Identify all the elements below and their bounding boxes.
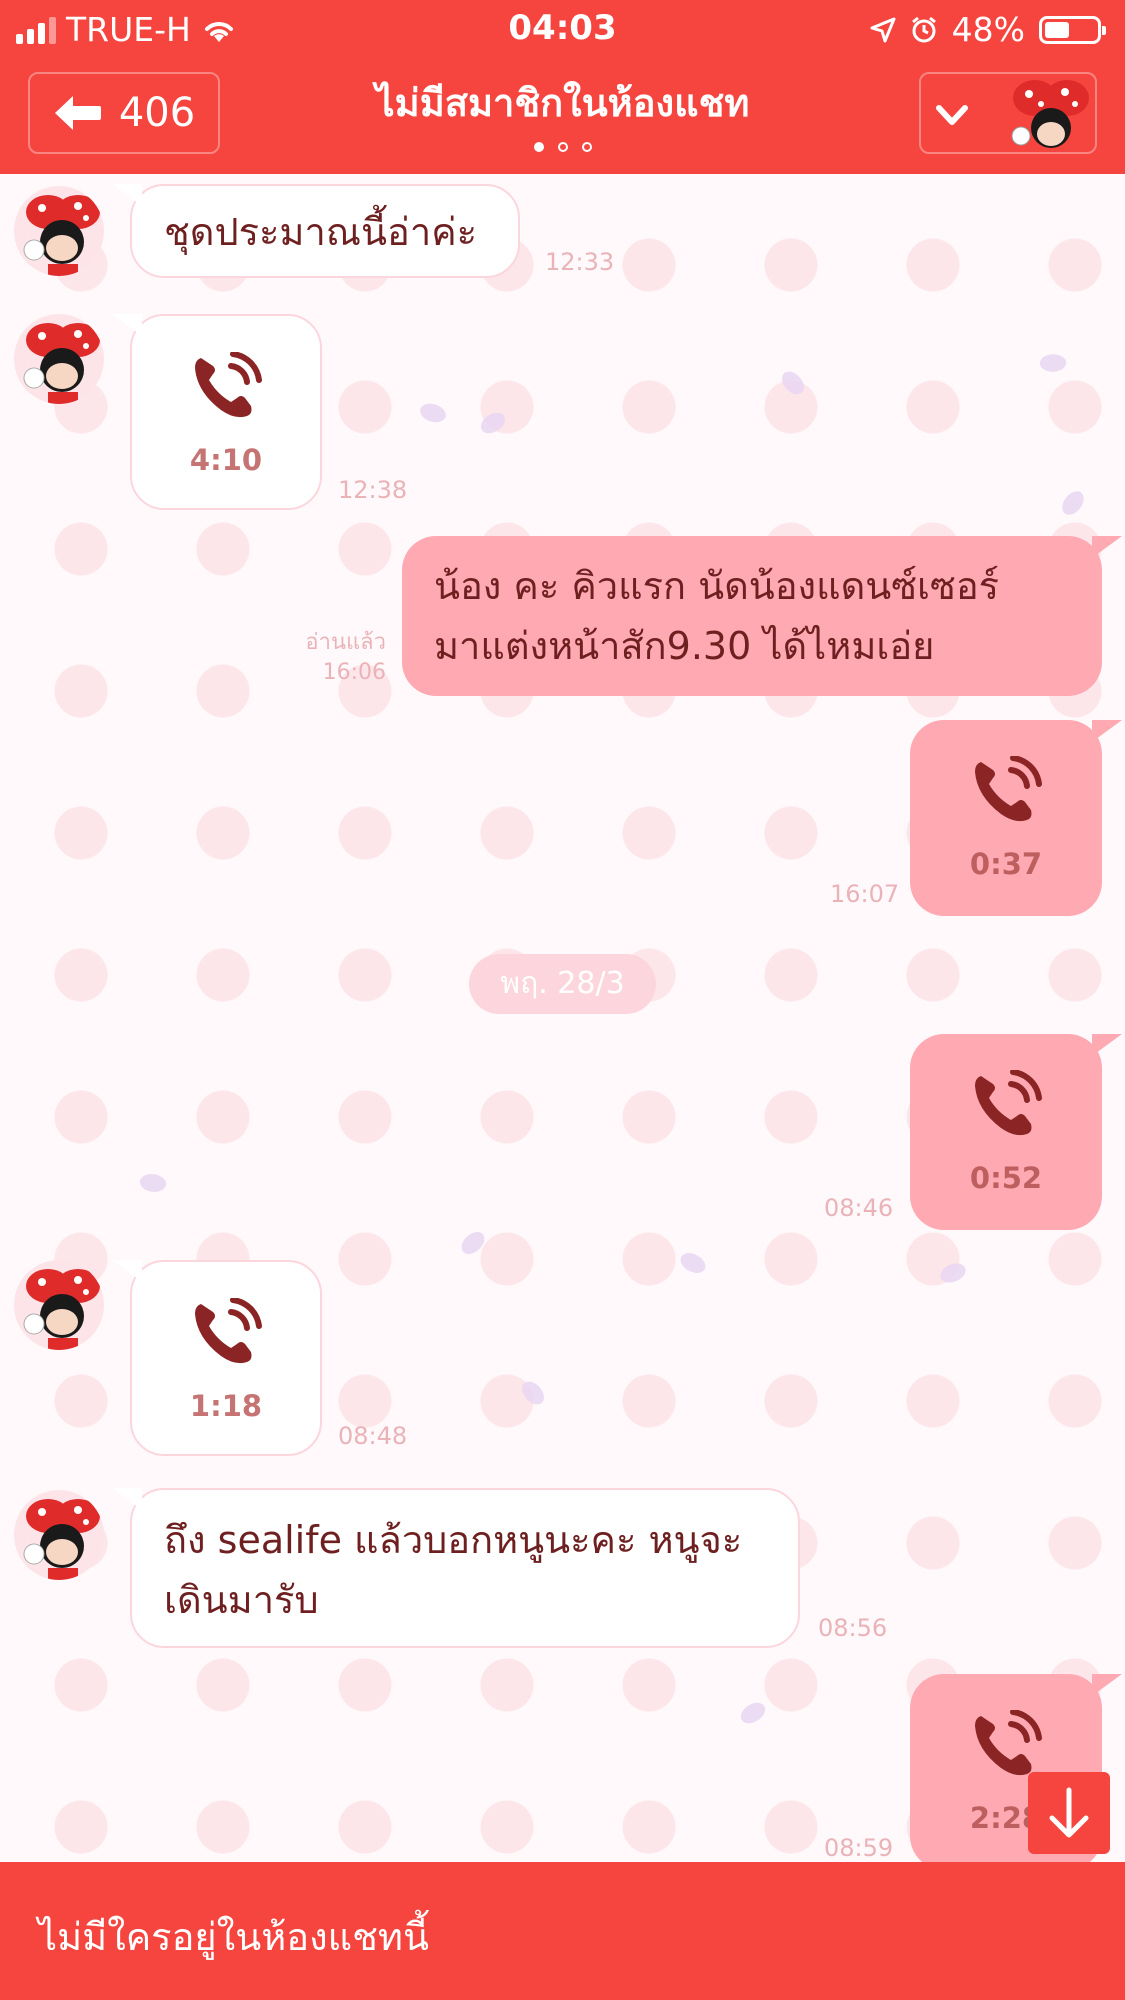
unread-count: 406: [118, 90, 196, 136]
battery-icon: [1039, 15, 1106, 44]
status-bar: TRUE-H 04:03 48%: [0, 0, 1125, 58]
petal-decoration: [737, 1700, 769, 1726]
sticker-profile-icon: [1011, 80, 1089, 148]
petal-decoration: [137, 1170, 169, 1196]
back-arrow-icon: [54, 96, 101, 130]
avatar[interactable]: [14, 186, 104, 276]
phone-call-icon: [195, 352, 262, 418]
page-dot: [533, 142, 544, 152]
alarm-icon: [911, 16, 936, 42]
message-bubble-outgoing[interactable]: น้อง คะ คิวแรก นัดน้องแดนซ์เซอร์ มาแต่งห…: [402, 536, 1122, 696]
call-duration: 1:18: [189, 1389, 263, 1423]
phone-call-icon: [975, 1070, 1042, 1136]
chat-header: 406 ไม่มีสมาชิกในห้องแชท: [0, 58, 1125, 174]
petal-decoration: [677, 1247, 709, 1279]
page-dot: [557, 142, 568, 152]
petal-decoration: [778, 367, 808, 399]
location-icon: [870, 17, 896, 42]
message-line: ถึง sealife แล้วบอกหนูนะคะ หนูจะ: [164, 1518, 743, 1562]
chat-area[interactable]: ชุดประมาณนี้อ่าค่ะ 12:33 4:10 12:38 อ่าน…: [0, 174, 1125, 1862]
message-line: มาแต่งหน้าสัก9.30 ได้ไหมเอ่ย: [434, 624, 935, 668]
status-right: 48%: [870, 10, 1106, 49]
message-time: 16:07: [830, 880, 900, 908]
read-label: อ่านแล้ว: [305, 630, 386, 655]
scroll-to-bottom-button[interactable]: [1028, 1772, 1110, 1854]
petal-decoration: [518, 1377, 548, 1409]
message-text: ถึง sealife แล้วบอกหนูนะคะ หนูจะ เดินมาร…: [132, 1510, 798, 1630]
petal-decoration: [1038, 351, 1068, 375]
message-line: น้อง คะ คิวแรก นัดน้องแดนซ์เซอร์: [434, 564, 1000, 608]
phone-call-icon: [975, 1710, 1042, 1776]
message-time: 08:48: [338, 1422, 408, 1450]
petal-decoration: [1057, 487, 1089, 519]
battery-percent: 48%: [951, 10, 1025, 49]
message-time: 16:06: [322, 660, 386, 685]
call-duration: 0:52: [969, 1161, 1043, 1195]
avatar[interactable]: [14, 1490, 104, 1580]
call-bubble-outgoing[interactable]: 0:52: [910, 1034, 1122, 1230]
avatar[interactable]: [14, 1260, 104, 1350]
phone-call-icon: [975, 756, 1042, 822]
page-dot: [581, 142, 592, 152]
petal-decoration: [457, 1228, 489, 1258]
avatar-icon: [23, 1499, 100, 1580]
petal-decoration: [477, 410, 509, 436]
read-receipt: อ่านแล้ว 16:06: [292, 628, 386, 688]
call-duration: 0:37: [969, 847, 1043, 881]
avatar-icon: [23, 323, 100, 404]
message-time: 08:56: [818, 1614, 888, 1642]
footer-text: ไม่มีใครอยู่ในห้องแชทนี้: [38, 1915, 429, 1959]
avatar[interactable]: [14, 314, 104, 404]
date-separator: พฤ. 28/3: [469, 954, 656, 1014]
avatar-icon: [23, 1269, 100, 1350]
footer-bar: ไม่มีใครอยู่ในห้องแชทนี้: [0, 1862, 1125, 2000]
call-duration: 4:10: [189, 443, 263, 477]
call-bubble-outgoing[interactable]: 0:37: [910, 720, 1122, 916]
message-time: 12:33: [545, 248, 615, 276]
message-time: 12:38: [338, 476, 408, 504]
chat-menu-button[interactable]: [919, 72, 1097, 154]
message-line: เดินมารับ: [164, 1578, 319, 1622]
avatar-icon: [23, 195, 100, 276]
message-bubble-incoming[interactable]: ชุดประมาณนี้อ่าค่ะ: [112, 184, 520, 278]
phone-call-icon: [195, 1298, 262, 1364]
message-bubble-incoming[interactable]: ถึง sealife แล้วบอกหนูนะคะ หนูจะ เดินมาร…: [112, 1488, 800, 1648]
message-text: น้อง คะ คิวแรก นัดน้องแดนซ์เซอร์ มาแต่งห…: [402, 556, 1102, 676]
petal-decoration: [417, 398, 449, 428]
chevron-down-icon: [936, 105, 968, 125]
arrow-down-icon: [1049, 1787, 1089, 1838]
call-bubble-incoming[interactable]: 1:18: [112, 1260, 322, 1456]
battery-fill: [1045, 21, 1069, 38]
chat-title[interactable]: ไม่มีสมาชิกในห้องแชท: [240, 72, 885, 133]
petal-decoration: [938, 1261, 968, 1285]
call-bubble-incoming[interactable]: 4:10: [112, 314, 322, 510]
message-time: 08:59: [824, 1834, 894, 1862]
message-time: 08:46: [824, 1194, 894, 1222]
message-text: ชุดประมาณนี้อ่าค่ะ: [164, 210, 478, 254]
